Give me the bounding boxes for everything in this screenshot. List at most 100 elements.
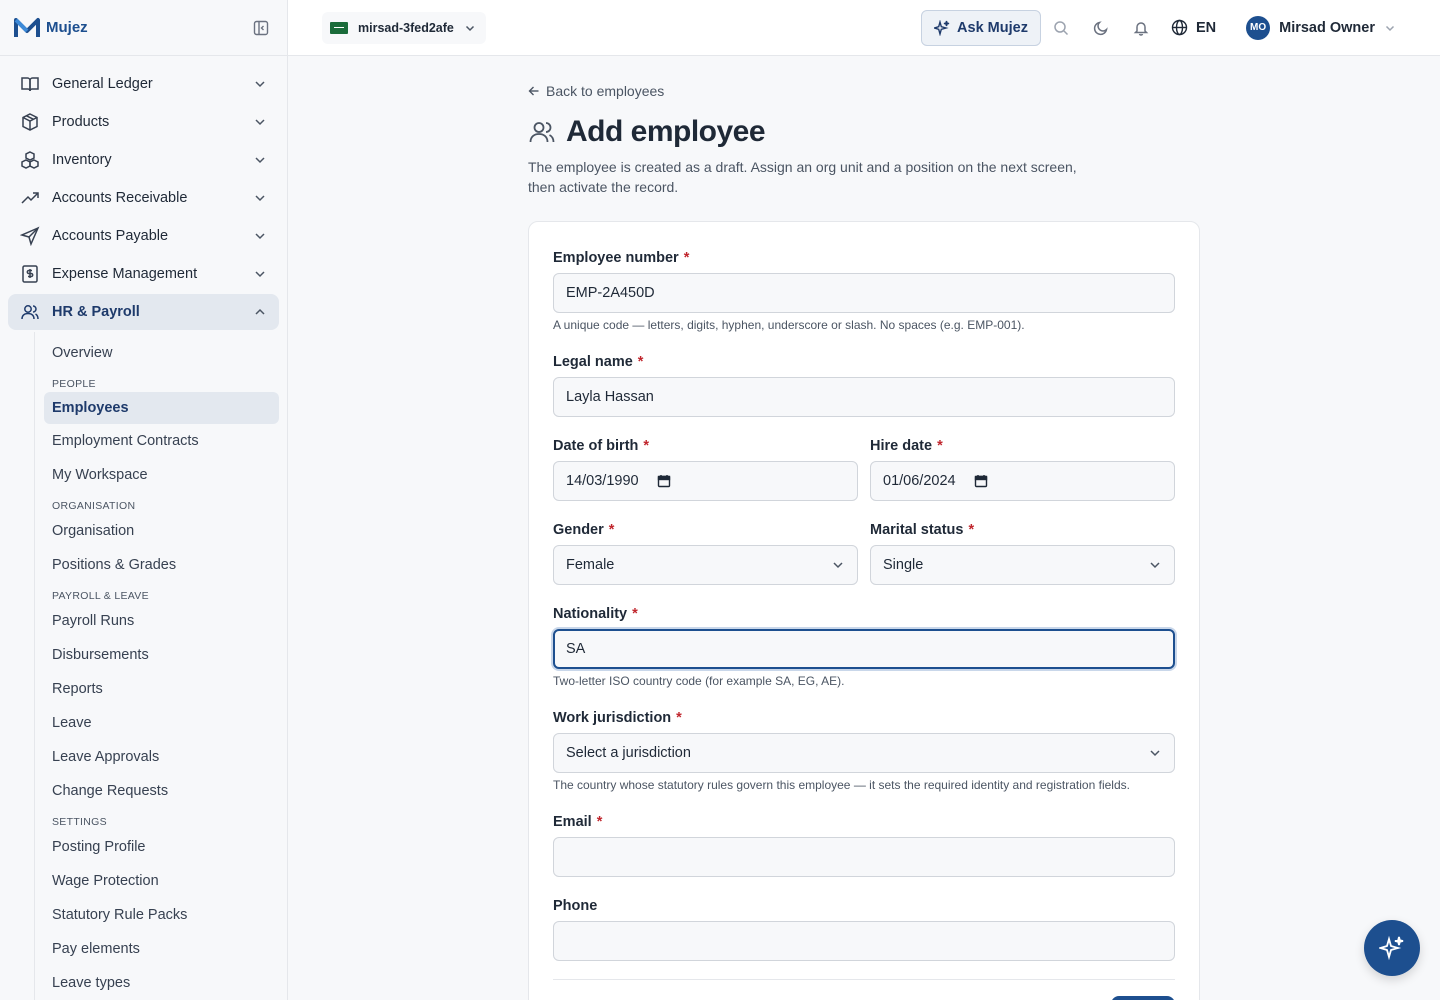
label-text: Legal name: [553, 354, 633, 370]
back-link-label: Back to employees: [546, 83, 665, 99]
notifications-button[interactable]: [1121, 10, 1161, 46]
sidebar-item-label: Accounts Receivable: [52, 190, 188, 206]
theme-toggle-button[interactable]: [1081, 10, 1121, 46]
topbar: mirsad-3fed2afe Ask Mujez EN MO Mirsad O…: [288, 0, 1440, 56]
work-jurisdiction-field: Work jurisdiction * Select a jurisdiction…: [553, 710, 1175, 792]
select-value: Single: [883, 557, 924, 573]
subnav-overview[interactable]: Overview: [44, 336, 279, 370]
chevron-down-icon: [253, 77, 267, 91]
date-of-birth-field: Date of birth * 14/03/1990: [553, 438, 858, 501]
subnav-positions-grades[interactable]: Positions & Grades: [44, 548, 279, 582]
subnav-posting-profile[interactable]: Posting Profile: [44, 830, 279, 864]
subnav-my-workspace[interactable]: My Workspace: [44, 458, 279, 492]
label-text: Nationality: [553, 606, 628, 622]
work-jurisdiction-label: Work jurisdiction *: [553, 710, 1175, 726]
gender-select[interactable]: Female: [553, 545, 858, 585]
sparkles-icon: [1379, 935, 1404, 961]
subnav-leave-approvals[interactable]: Leave Approvals: [44, 740, 279, 774]
required-marker: *: [637, 354, 644, 370]
assistant-fab-button[interactable]: [1364, 920, 1420, 976]
subnav-organisation[interactable]: Organisation: [44, 514, 279, 548]
brand-name: Mujez: [46, 19, 88, 36]
hr-subnav: Overview PEOPLE Employees Employment Con…: [34, 332, 279, 1000]
back-to-employees-link[interactable]: Back to employees: [528, 83, 664, 99]
user-menu[interactable]: MO Mirsad Owner: [1246, 15, 1396, 40]
subnav-pay-elements[interactable]: Pay elements: [44, 932, 279, 966]
marital-status-select[interactable]: Single: [870, 545, 1175, 585]
required-marker: *: [968, 522, 975, 538]
globe-icon: [1171, 19, 1188, 36]
calendar-icon[interactable]: [657, 474, 671, 488]
employee-number-label: Employee number *: [553, 250, 1175, 266]
marital-status-label: Marital status *: [870, 522, 1175, 538]
label-text: Date of birth: [553, 438, 639, 454]
send-icon: [20, 226, 40, 246]
subnav-disbursements[interactable]: Disbursements: [44, 638, 279, 672]
users-icon: [529, 122, 555, 143]
legal-name-label: Legal name *: [553, 354, 1175, 370]
search-icon: [1054, 20, 1068, 35]
sparkles-icon: [934, 19, 950, 36]
book-open-icon: [20, 74, 40, 94]
search-button[interactable]: [1041, 10, 1081, 46]
page-title: Add employee: [566, 115, 766, 148]
date-of-birth-label: Date of birth *: [553, 438, 858, 454]
legal-name-field: Legal name * Layla Hassan: [553, 354, 1175, 417]
subnav-payroll-runs[interactable]: Payroll Runs: [44, 604, 279, 638]
org-name: mirsad-3fed2afe: [358, 20, 454, 35]
subnav-statutory-rule-packs[interactable]: Statutory Rule Packs: [44, 898, 279, 932]
input-value: EMP-2A450D: [566, 285, 655, 301]
form-divider: [553, 979, 1175, 980]
date-of-birth-input[interactable]: 14/03/1990: [553, 461, 858, 501]
subnav-reports[interactable]: Reports: [44, 672, 279, 706]
subnav-wage-protection[interactable]: Wage Protection: [44, 864, 279, 898]
nationality-input[interactable]: SA: [553, 629, 1175, 669]
phone-input[interactable]: [553, 921, 1175, 961]
chevron-down-icon: [253, 267, 267, 281]
marital-status-field: Marital status * Single: [870, 522, 1175, 585]
chevron-down-icon: [1148, 746, 1162, 760]
sidebar-item-accounts-payable[interactable]: Accounts Payable: [8, 218, 279, 254]
calendar-icon[interactable]: [974, 474, 988, 488]
email-field: Email *: [553, 814, 1175, 877]
brand-logo[interactable]: Mujez: [14, 17, 88, 39]
sidebar-item-accounts-receivable[interactable]: Accounts Receivable: [8, 180, 279, 216]
required-marker: *: [683, 250, 690, 266]
sidebar-item-hr-payroll[interactable]: HR & Payroll: [8, 294, 279, 330]
email-label: Email *: [553, 814, 1175, 830]
subnav-employees[interactable]: Employees: [44, 392, 279, 424]
title-row: Add employee: [528, 115, 766, 149]
sidebar-item-expense-management[interactable]: Expense Management: [8, 256, 279, 292]
employee-number-input[interactable]: EMP-2A450D: [553, 273, 1175, 313]
bell-icon: [1133, 21, 1149, 36]
org-switcher[interactable]: mirsad-3fed2afe: [322, 11, 486, 44]
language-switcher[interactable]: EN: [1163, 19, 1224, 36]
select-value: Select a jurisdiction: [566, 745, 691, 761]
required-marker: *: [596, 814, 603, 830]
input-value: Layla Hassan: [566, 389, 654, 405]
subnav-leave[interactable]: Leave: [44, 706, 279, 740]
chevron-down-icon: [831, 558, 845, 572]
chevron-down-icon: [1385, 25, 1395, 31]
subnav-change-requests[interactable]: Change Requests: [44, 774, 279, 808]
subnav-employment-contracts[interactable]: Employment Contracts: [44, 424, 279, 458]
chevron-up-icon: [253, 305, 267, 319]
hire-date-label: Hire date *: [870, 438, 1175, 454]
required-marker: *: [676, 710, 682, 726]
ask-mujez-button[interactable]: Ask Mujez: [921, 9, 1041, 46]
nationality-field: Nationality * SA Two-letter ISO country c…: [553, 606, 1175, 688]
hire-date-field: Hire date * 01/06/2024: [870, 438, 1175, 501]
email-input[interactable]: [553, 837, 1175, 877]
submit-button[interactable]: [1111, 996, 1175, 1000]
hire-date-input[interactable]: 01/06/2024: [870, 461, 1175, 501]
sidebar-item-products[interactable]: Products: [8, 104, 279, 140]
collapse-sidebar-button[interactable]: [249, 16, 273, 40]
legal-name-input[interactable]: Layla Hassan: [553, 377, 1175, 417]
subnav-leave-types[interactable]: Leave types: [44, 966, 279, 1000]
sidebar-item-inventory[interactable]: Inventory: [8, 142, 279, 178]
phone-label: Phone: [553, 898, 1175, 914]
work-jurisdiction-select[interactable]: Select a jurisdiction: [553, 733, 1175, 773]
phone-field: Phone: [553, 898, 1175, 961]
sidebar-item-general-ledger[interactable]: General Ledger: [8, 66, 279, 102]
user-name: Mirsad Owner: [1279, 19, 1375, 36]
